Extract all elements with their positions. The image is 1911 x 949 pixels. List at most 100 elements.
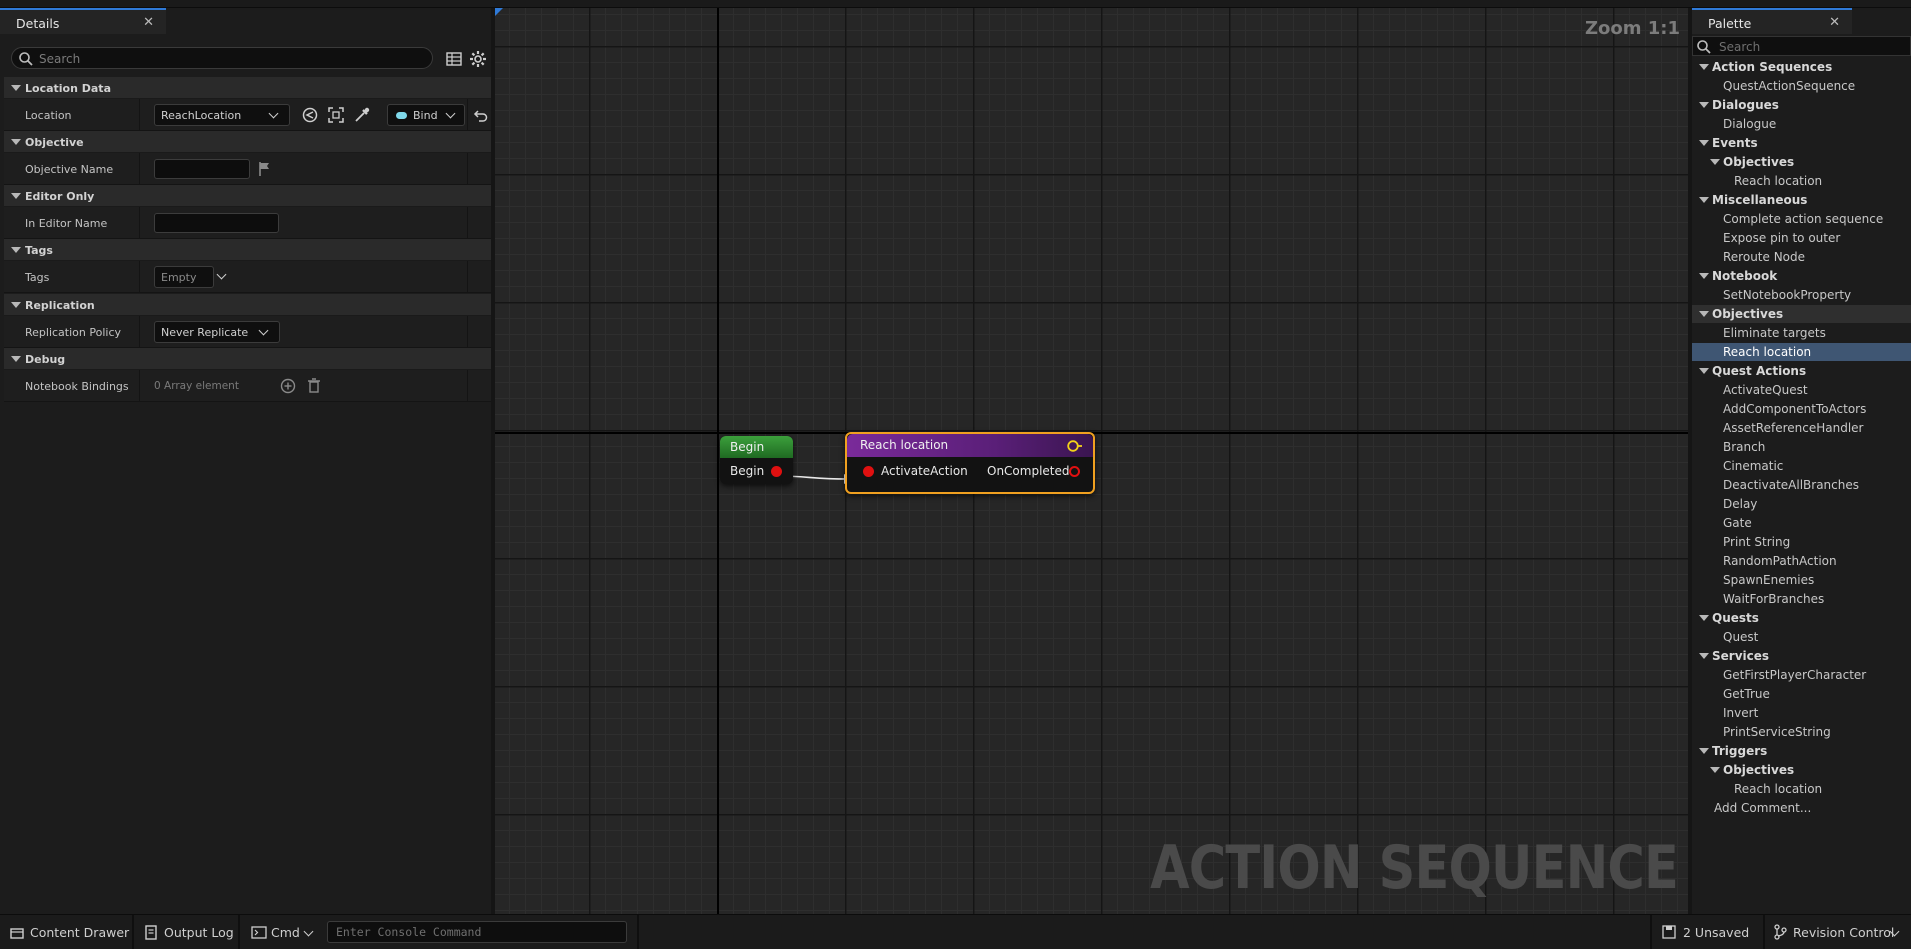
palette-item-reroute-node[interactable]: Reroute Node — [1692, 248, 1911, 266]
expand-arrow-icon[interactable] — [1699, 311, 1709, 317]
palette-item-gate[interactable]: Gate — [1692, 514, 1911, 532]
palette-category-events[interactable]: Events — [1692, 134, 1911, 152]
expand-arrow-icon[interactable] — [1699, 64, 1709, 70]
palette-item-assetreferencehandler[interactable]: AssetReferenceHandler — [1692, 419, 1911, 437]
palette-item-complete-action-sequence[interactable]: Complete action sequence — [1692, 210, 1911, 228]
palette-item-quest[interactable]: Quest — [1692, 628, 1911, 646]
palette-category-dialogues[interactable]: Dialogues — [1692, 96, 1911, 114]
replication-policy-combo[interactable]: Never Replicate — [154, 321, 280, 343]
palette-item-printservicestring[interactable]: PrintServiceString — [1692, 723, 1911, 741]
palette-category-quest-actions[interactable]: Quest Actions — [1692, 362, 1911, 380]
details-search-input[interactable]: Search — [11, 47, 433, 69]
palette-item-reach-location[interactable]: Reach location — [1692, 172, 1911, 190]
palette-category-miscellaneous[interactable]: Miscellaneous — [1692, 191, 1911, 209]
palette-item-gettrue[interactable]: GetTrue — [1692, 685, 1911, 703]
details-tab[interactable]: Details ✕ — [0, 8, 166, 34]
category-replication[interactable]: Replication — [4, 294, 491, 316]
content-drawer-button[interactable]: Content Drawer — [30, 925, 129, 940]
expand-arrow-icon[interactable] — [1699, 140, 1709, 146]
palette-item-activatequest[interactable]: ActivateQuest — [1692, 381, 1911, 399]
palette-item-cinematic[interactable]: Cinematic — [1692, 457, 1911, 475]
category-editor-only[interactable]: Editor Only — [4, 185, 491, 207]
table-view-icon[interactable] — [444, 49, 464, 69]
palette-category-services[interactable]: Services — [1692, 647, 1911, 665]
palette-item-setnotebookproperty[interactable]: SetNotebookProperty — [1692, 286, 1911, 304]
palette-item-spawnenemies[interactable]: SpawnEnemies — [1692, 571, 1911, 589]
eyedropper-icon[interactable] — [352, 105, 372, 125]
expand-arrow-icon[interactable] — [1699, 653, 1709, 659]
use-selected-icon[interactable] — [300, 105, 320, 125]
palette-item-waitforbranches[interactable]: WaitForBranches — [1692, 590, 1911, 608]
palette-item-branch[interactable]: Branch — [1692, 438, 1911, 456]
palette-item-delay[interactable]: Delay — [1692, 495, 1911, 513]
palette-category-objectives[interactable]: Objectives — [1692, 153, 1911, 171]
column-divider[interactable] — [139, 153, 140, 184]
palette-item-invert[interactable]: Invert — [1692, 704, 1911, 722]
expand-arrow-icon[interactable] — [1699, 748, 1709, 754]
expand-arrow-icon[interactable] — [1699, 197, 1709, 203]
column-divider[interactable] — [139, 261, 140, 292]
graph-canvas[interactable]: Zoom 1:1 ACTION SEQUENCE Begin Begin Rea… — [495, 8, 1688, 914]
begin-node[interactable]: Begin Begin — [720, 436, 793, 484]
trash-icon[interactable] — [304, 376, 324, 396]
palette-search-input[interactable]: Search — [1692, 36, 1911, 56]
on-completed-pin[interactable] — [1069, 466, 1080, 477]
column-divider[interactable] — [139, 370, 140, 401]
palette-item-randompathaction[interactable]: RandomPathAction — [1692, 552, 1911, 570]
reset-arrow-icon[interactable] — [470, 105, 490, 125]
palette-category-objectives[interactable]: Objectives — [1692, 761, 1911, 779]
palette-item-expose-pin-to-outer[interactable]: Expose pin to outer — [1692, 229, 1911, 247]
close-icon[interactable]: ✕ — [1829, 15, 1840, 30]
expand-arrow-icon[interactable] — [1699, 615, 1709, 621]
palette-item-dialogue[interactable]: Dialogue — [1692, 115, 1911, 133]
activate-action-pin[interactable] — [863, 466, 874, 477]
bind-dropdown[interactable]: Bind — [387, 104, 465, 126]
objective-name-field[interactable] — [154, 159, 250, 179]
palette-item-add-comment[interactable]: Add Comment... — [1692, 799, 1911, 817]
palette-category-objectives[interactable]: Objectives — [1692, 305, 1911, 323]
chevron-down-icon[interactable] — [216, 269, 227, 280]
palette-category-triggers[interactable]: Triggers — [1692, 742, 1911, 760]
revision-control-button[interactable]: Revision Control — [1793, 925, 1894, 940]
console-command-input[interactable]: Enter Console Command — [327, 921, 627, 943]
reach-location-node[interactable]: Reach location ActivateAction OnComplete… — [845, 432, 1095, 494]
palette-item-print-string[interactable]: Print String — [1692, 533, 1911, 551]
unsaved-indicator[interactable]: 2 Unsaved — [1683, 925, 1749, 940]
expand-arrow-icon[interactable] — [1699, 102, 1709, 108]
palette-category-quests[interactable]: Quests — [1692, 609, 1911, 627]
category-objective[interactable]: Objective — [4, 131, 491, 153]
in-editor-name-field[interactable] — [154, 213, 279, 233]
palette-item-reach-location[interactable]: Reach location — [1692, 780, 1911, 798]
tags-combo[interactable]: Empty — [154, 266, 214, 288]
expand-arrow-icon[interactable] — [1710, 767, 1720, 773]
column-divider[interactable] — [139, 207, 140, 238]
column-divider[interactable] — [139, 99, 140, 130]
output-log-button[interactable]: Output Log — [164, 925, 234, 940]
palette-item-addcomponenttoactors[interactable]: AddComponentToActors — [1692, 400, 1911, 418]
close-icon[interactable]: ✕ — [143, 15, 154, 30]
location-combo[interactable]: ReachLocation — [154, 104, 290, 126]
palette-category-action-sequences[interactable]: Action Sequences — [1692, 58, 1911, 76]
category-tags[interactable]: Tags — [4, 239, 491, 261]
cmd-dropdown[interactable]: Cmd — [271, 925, 300, 940]
palette-category-notebook[interactable]: Notebook — [1692, 267, 1911, 285]
expand-arrow-icon[interactable] — [1699, 273, 1709, 279]
palette-item-questactionsequence[interactable]: QuestActionSequence — [1692, 77, 1911, 95]
expand-arrow-icon[interactable] — [1699, 368, 1709, 374]
palette-item-eliminate-targets[interactable]: Eliminate targets — [1692, 324, 1911, 342]
expand-arrow-icon[interactable] — [1710, 159, 1720, 165]
palette-tab[interactable]: Palette ✕ — [1692, 8, 1852, 34]
palette-item-label: Miscellaneous — [1712, 193, 1808, 207]
settings-gear-icon[interactable] — [468, 49, 488, 69]
column-divider[interactable] — [139, 316, 140, 347]
category-debug[interactable]: Debug — [4, 348, 491, 370]
browse-icon[interactable] — [326, 105, 346, 125]
chevron-down-icon[interactable] — [303, 926, 314, 937]
flag-icon[interactable] — [255, 159, 275, 179]
begin-exec-pin[interactable] — [771, 466, 782, 477]
add-element-icon[interactable] — [278, 376, 298, 396]
category-location-data[interactable]: Location Data — [4, 77, 491, 99]
palette-item-getfirstplayercharacter[interactable]: GetFirstPlayerCharacter — [1692, 666, 1911, 684]
palette-item-reach-location[interactable]: Reach location — [1692, 343, 1911, 361]
palette-item-deactivateallbranches[interactable]: DeactivateAllBranches — [1692, 476, 1911, 494]
